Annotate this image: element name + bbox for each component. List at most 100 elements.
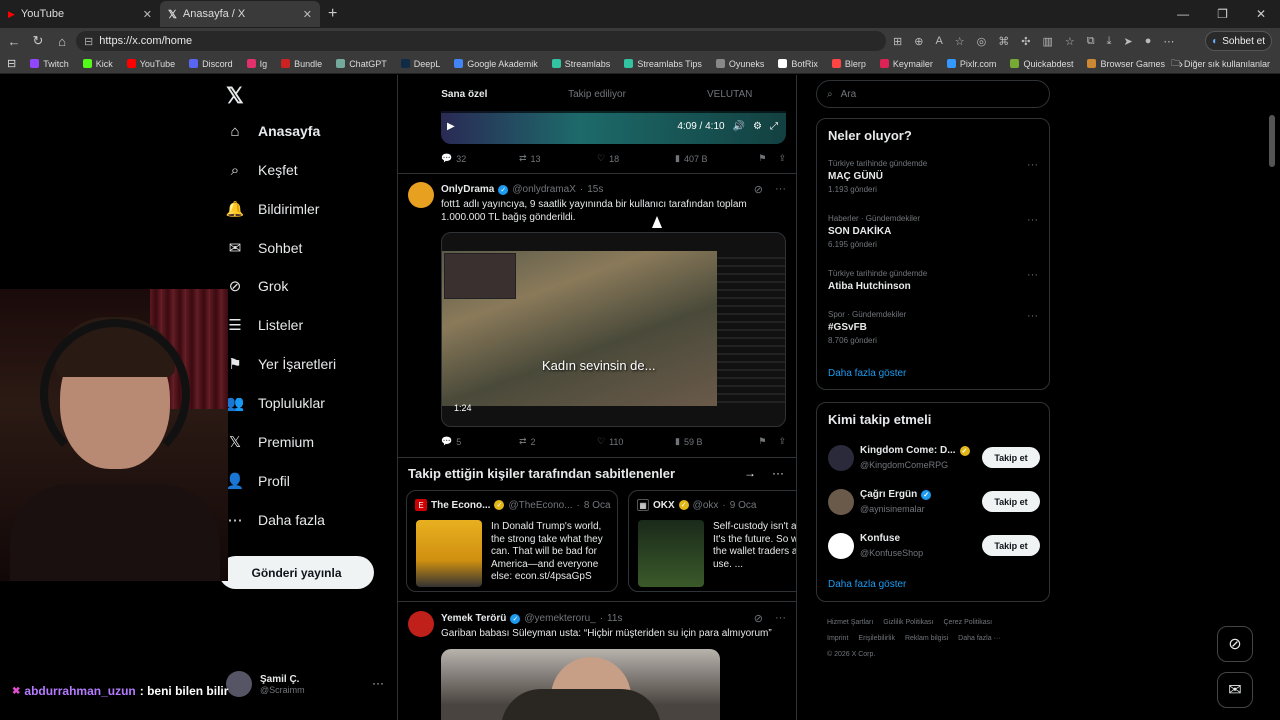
bookmark-item[interactable]: ChatGPT bbox=[329, 59, 394, 69]
bookmark-item[interactable]: Blerp bbox=[825, 59, 873, 69]
nav-item-7[interactable]: ⚑ Yer İşaretleri bbox=[226, 355, 336, 373]
post-button[interactable]: Gönderi yayınla bbox=[219, 556, 374, 589]
more-dots-icon[interactable]: ··· bbox=[772, 466, 784, 480]
address-bar[interactable]: ⊟ https://x.com/home bbox=[76, 31, 886, 51]
profile-avatar-icon[interactable]: ● bbox=[1145, 35, 1152, 47]
suggestion-name[interactable]: Çağrı Ergün ✓ bbox=[860, 489, 932, 500]
close-tab-icon[interactable]: ✕ bbox=[143, 8, 152, 21]
tweet-author-handle[interactable]: @yemekteroru_ bbox=[524, 613, 595, 624]
tweet-video[interactable] bbox=[441, 649, 720, 720]
account-switcher[interactable]: Şamil Ç. @Scraimm ··· bbox=[226, 671, 384, 697]
extensions-icon[interactable]: ✣ bbox=[1021, 35, 1030, 48]
collections-icon[interactable]: ⧉ bbox=[1087, 35, 1095, 48]
extension-icon[interactable]: ◎ bbox=[977, 35, 987, 48]
like-button[interactable]: ♡ 110 bbox=[597, 436, 675, 447]
bookmark-item[interactable]: Google Akademik bbox=[447, 59, 545, 69]
avatar[interactable] bbox=[828, 489, 854, 515]
suggestion-name[interactable]: Konfuse bbox=[860, 533, 900, 544]
footer-link[interactable]: Reklam bilgisi bbox=[905, 635, 948, 642]
footer-link[interactable]: Daha fazla ··· bbox=[958, 635, 1000, 642]
nav-item-2[interactable]: ⌕ Keşfet bbox=[226, 161, 298, 179]
more-dots-icon[interactable]: ··· bbox=[775, 183, 786, 196]
grok-floating-button[interactable]: ⊘ bbox=[1217, 626, 1253, 662]
bookmark-item[interactable]: Streamlabs bbox=[545, 59, 618, 69]
footer-link[interactable]: Erişilebilirlik bbox=[858, 635, 895, 642]
tab-following[interactable]: Takip ediliyor bbox=[531, 75, 664, 113]
share-icon[interactable]: ➤ bbox=[1124, 35, 1133, 48]
bookmark-item[interactable]: Twitch bbox=[23, 59, 76, 69]
nav-item-6[interactable]: ☰ Listeler bbox=[226, 316, 303, 334]
bookmark-item[interactable]: Quickabdest bbox=[1003, 59, 1080, 69]
site-info-icon[interactable]: ⊟ bbox=[84, 35, 93, 48]
reply-button[interactable]: 💬 32 bbox=[441, 153, 519, 164]
video-player[interactable]: ▶ 4:09 / 4:10 🔊 ⚙ ⤢ bbox=[441, 111, 786, 144]
x-logo-icon[interactable]: 𝕏 bbox=[226, 83, 244, 109]
avatar[interactable] bbox=[828, 445, 854, 471]
favorite-star-icon[interactable]: ☆ bbox=[955, 35, 965, 48]
more-dots-icon[interactable]: ··· bbox=[1027, 214, 1038, 226]
extension-icon[interactable]: ⌘ bbox=[998, 35, 1009, 48]
new-tab-button[interactable]: + bbox=[328, 5, 337, 23]
settings-icon[interactable]: ⚙ bbox=[753, 121, 762, 132]
close-window-icon[interactable]: ✕ bbox=[1256, 7, 1266, 21]
more-dots-icon[interactable]: ··· bbox=[1027, 269, 1038, 281]
play-icon[interactable]: ▶ bbox=[447, 121, 455, 132]
grok-explain-icon[interactable]: ⊘ bbox=[754, 183, 763, 196]
minimize-icon[interactable]: — bbox=[1177, 7, 1189, 21]
nav-item-3[interactable]: 🔔 Bildirimler bbox=[226, 200, 320, 218]
sidebar-toggle-icon[interactable]: ⊟ bbox=[0, 57, 23, 70]
footer-link[interactable]: Hizmet Şartları bbox=[827, 619, 873, 626]
more-dots-icon[interactable]: ··· bbox=[1027, 310, 1038, 322]
bookmark-item[interactable]: YouTube bbox=[120, 59, 182, 69]
nav-item-4[interactable]: ✉ Sohbet bbox=[226, 239, 303, 257]
share-icon[interactable]: ⇪ bbox=[778, 153, 786, 164]
tweet-author-name[interactable]: OnlyDrama bbox=[441, 184, 494, 195]
download-icon[interactable]: ⤓ bbox=[1107, 35, 1112, 48]
bookmark-item[interactable]: Streamlabs Tips bbox=[617, 59, 709, 69]
trend-item[interactable]: Türkiye tarihinde gündemde Atiba Hutchins… bbox=[828, 269, 1038, 292]
messages-floating-button[interactable]: ✉ bbox=[1217, 672, 1253, 708]
trend-item[interactable]: Haberler · Gündemdekiler SON DAKİKA 6.195 … bbox=[828, 214, 1038, 249]
grok-explain-icon[interactable]: ⊘ bbox=[754, 612, 763, 625]
reply-button[interactable]: 💬 5 bbox=[441, 436, 519, 447]
home-browser-icon[interactable]: ⌂ bbox=[50, 34, 74, 49]
bookmark-item[interactable]: Keymailer bbox=[873, 59, 940, 69]
bookmark-item[interactable]: BotRix bbox=[771, 59, 825, 69]
bookmark-icon[interactable]: ⚑ bbox=[758, 436, 766, 447]
scrollbar-thumb[interactable] bbox=[1269, 115, 1275, 167]
split-screen-icon[interactable]: ▥ bbox=[1042, 35, 1052, 48]
copilot-chat-button[interactable]: ◐ Sohbet et bbox=[1205, 31, 1272, 51]
bookmark-item[interactable]: Bundle bbox=[274, 59, 329, 69]
nav-item-5[interactable]: ⊘ Grok bbox=[226, 277, 289, 295]
nav-item-8[interactable]: 👥 Topluluklar bbox=[226, 394, 325, 412]
bookmark-item[interactable]: DeepL bbox=[394, 59, 448, 69]
bookmark-item[interactable]: Oyuneks bbox=[709, 59, 772, 69]
pinned-card[interactable]: ▦ OKX ✓ @okx · 9 Oca Self-custody isn't … bbox=[628, 490, 796, 592]
retweet-button[interactable]: ⇄ 13 bbox=[519, 153, 597, 164]
footer-link[interactable]: Imprint bbox=[827, 635, 848, 642]
avatar[interactable] bbox=[408, 611, 434, 637]
share-icon[interactable]: ⇪ bbox=[778, 436, 786, 447]
close-tab-icon[interactable]: ✕ bbox=[303, 8, 312, 21]
footer-link[interactable]: Çerez Politikası bbox=[943, 619, 992, 626]
footer-link[interactable]: Gizlilik Politikası bbox=[883, 619, 933, 626]
fullscreen-icon[interactable]: ⤢ bbox=[770, 121, 778, 132]
nav-item-11[interactable]: ⋯ Daha fazla bbox=[226, 511, 325, 529]
arrow-right-icon[interactable]: → bbox=[744, 466, 756, 480]
other-bookmarks-folder[interactable]: 🗀 Diğer sık kullanılanlar bbox=[1171, 56, 1270, 72]
nav-item-1[interactable]: ⌂ Anasayfa bbox=[226, 122, 320, 140]
more-dots-icon[interactable]: ··· bbox=[372, 676, 384, 690]
follow-show-more-link[interactable]: Daha fazla göster bbox=[828, 579, 906, 590]
follow-button[interactable]: Takip et bbox=[982, 447, 1040, 468]
retweet-button[interactable]: ⇄ 2 bbox=[519, 436, 597, 447]
menu-dots-icon[interactable]: ⋯ bbox=[1163, 35, 1174, 48]
trend-item[interactable]: Türkiye tarihinde gündemde MAÇ GÜNÜ 1.193 … bbox=[828, 159, 1038, 194]
favorites-icon[interactable]: ☆ bbox=[1065, 35, 1075, 48]
follow-button[interactable]: Takip et bbox=[982, 535, 1040, 556]
trends-show-more-link[interactable]: Daha fazla göster bbox=[828, 368, 906, 379]
avatar[interactable] bbox=[828, 533, 854, 559]
bookmark-icon[interactable]: ⚑ bbox=[758, 153, 766, 164]
nav-item-10[interactable]: 👤 Profil bbox=[226, 472, 290, 490]
pinned-card[interactable]: E The Econo... ✓ @TheEcono... · 8 Oca In… bbox=[406, 490, 618, 592]
more-dots-icon[interactable]: ··· bbox=[775, 612, 786, 625]
